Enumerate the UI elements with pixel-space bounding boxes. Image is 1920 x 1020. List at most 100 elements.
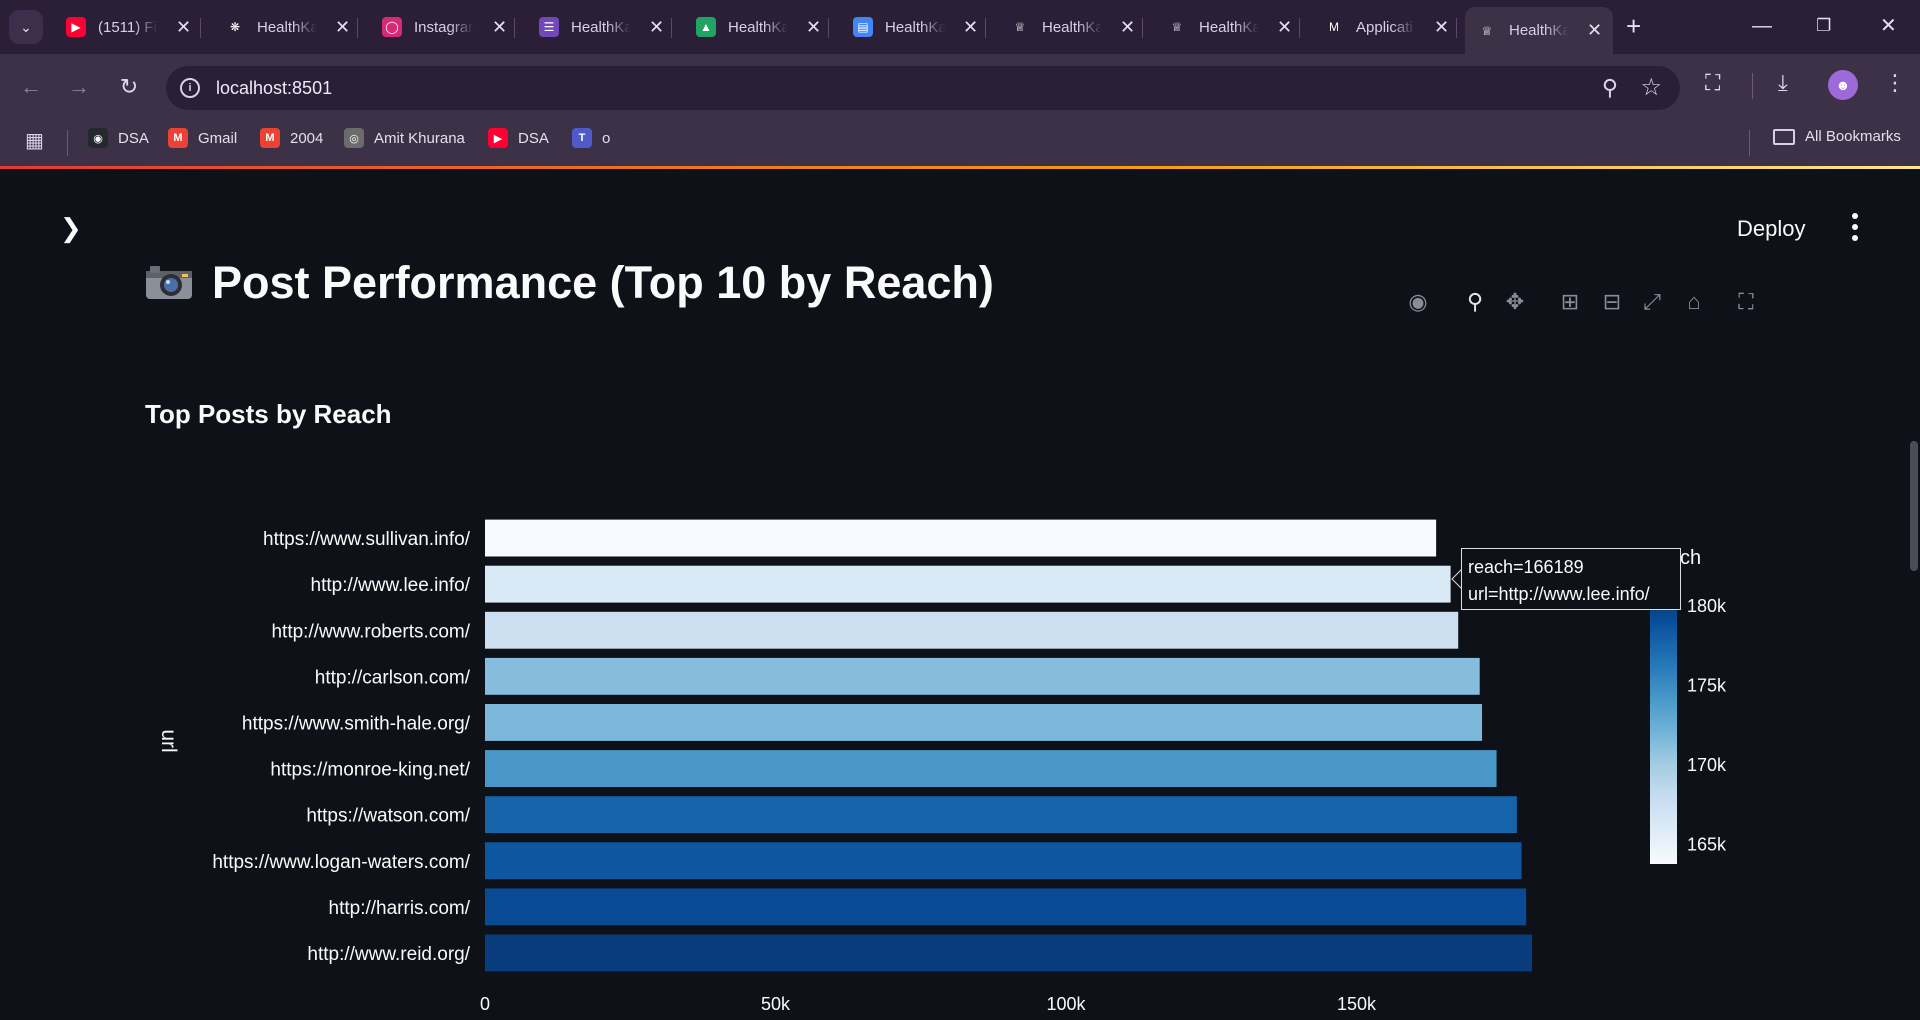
profile-avatar[interactable]: ☻ <box>1828 70 1858 100</box>
page-scrollbar[interactable] <box>1910 441 1918 571</box>
tab-title: (1511) Fi <box>98 18 157 36</box>
bar[interactable] <box>485 842 1522 880</box>
reload-button[interactable]: ↻ <box>114 72 144 102</box>
tab-search-button[interactable]: ⌄ <box>9 10 43 44</box>
tab-close-icon[interactable]: ✕ <box>492 17 507 38</box>
colorbar-tick-label: 170k <box>1687 755 1727 775</box>
bar[interactable] <box>485 888 1527 926</box>
instagram-icon: ◯ <box>382 17 402 37</box>
bar[interactable] <box>485 565 1451 603</box>
streamlit-crown-icon: ♕ <box>1010 17 1030 37</box>
y-tick-label: https://www.smith-hale.org/ <box>242 713 471 734</box>
browser-tab[interactable]: M Applicati ✕ <box>1312 7 1449 47</box>
bar[interactable] <box>485 796 1517 834</box>
bookmarks-bar: ▦ ◉ DSA M Gmail M 2004 ◎ Amit Khurana ▶ DSA To All… <box>0 120 1920 166</box>
browser-menu-icon[interactable]: ⋮ <box>1884 70 1906 96</box>
back-button[interactable]: ← <box>16 72 46 102</box>
browser-tab[interactable]: ◯ Instagram ✕ <box>370 7 507 47</box>
docs-icon: ▤ <box>853 17 873 37</box>
gmail-icon: M <box>260 128 280 148</box>
gmail-icon: M <box>168 128 188 148</box>
tab-close-icon[interactable]: ✕ <box>1587 20 1602 41</box>
extensions-icon[interactable]: ⛶ <box>1705 70 1720 96</box>
browser-tab[interactable]: ♕ HealthKa ✕ <box>1155 7 1292 47</box>
bookmark-item[interactable]: To <box>572 128 610 148</box>
tab-close-icon[interactable]: ✕ <box>649 17 664 38</box>
y-tick-label: https://watson.com/ <box>306 806 470 827</box>
x-tick-label: 150k <box>1337 994 1377 1014</box>
browser-tab[interactable]: ▲ HealthKa ✕ <box>684 7 821 47</box>
y-tick-label: https://www.logan-waters.com/ <box>212 852 470 873</box>
hover-tooltip: reach=166189 url=http://www.lee.info/ <box>1461 548 1681 610</box>
bar[interactable] <box>485 934 1532 972</box>
bookmark-item[interactable]: ◎ Amit Khurana <box>344 128 465 148</box>
browser-tab[interactable]: ♕ HealthKa ✕ <box>998 7 1135 47</box>
reload-icon: ↻ <box>119 74 139 99</box>
bar[interactable] <box>485 750 1497 787</box>
bookmarks-divider <box>67 130 68 156</box>
tab-separator <box>357 18 358 38</box>
browser-tab[interactable]: ☰ HealthKa ✕ <box>527 7 664 47</box>
restore-button[interactable]: ❐ <box>1816 12 1831 40</box>
drive-icon: ▲ <box>696 17 716 37</box>
bookmark-label: Amit Khurana <box>374 129 465 147</box>
browser-tab[interactable]: ♕ HealthKa ✕ <box>1465 7 1613 54</box>
bookmark-label: o <box>602 129 611 147</box>
close-window-button[interactable]: ✕ <box>1880 12 1897 40</box>
minimize-button[interactable]: — <box>1752 12 1772 40</box>
x-tick-label: 0 <box>480 994 490 1014</box>
streamlit-crown-icon: ♕ <box>1477 20 1497 41</box>
bookmark-item[interactable]: M Gmail <box>168 128 237 148</box>
toolbar-divider <box>1752 73 1753 99</box>
github-icon: ◉ <box>88 128 108 148</box>
tab-close-icon[interactable]: ✕ <box>335 17 350 38</box>
globe-icon: ◎ <box>344 128 364 148</box>
tab-close-icon[interactable]: ✕ <box>1277 17 1292 38</box>
tab-separator <box>514 18 515 38</box>
bookmark-item[interactable]: M 2004 <box>260 128 323 148</box>
tab-close-icon[interactable]: ✕ <box>176 17 191 38</box>
tab-close-icon[interactable]: ✕ <box>1120 17 1135 38</box>
browser-toolbar: ← → ↻ i localhost:8501 ⚲ ☆ ⛶ ⤓ ☻ ⋮ ▦ ◉ DS… <box>0 54 1920 172</box>
browser-tab[interactable]: ▤ HealthKa ✕ <box>841 7 978 47</box>
y-tick-label: https://www.sullivan.info/ <box>263 529 471 550</box>
tab-close-icon[interactable]: ✕ <box>963 17 978 38</box>
download-icon[interactable]: ⤓ <box>1778 70 1788 96</box>
colorbar-tick-label: 180k <box>1687 596 1727 616</box>
youtube-icon: ▶ <box>488 128 508 148</box>
apps-grid-icon[interactable]: ▦ <box>25 128 44 153</box>
bookmark-label: DSA <box>518 129 549 147</box>
zoom-icon[interactable]: ⚲ <box>1602 75 1618 101</box>
y-tick-label: http://www.lee.info/ <box>311 575 471 596</box>
streamlit-app: ❯ Deploy Post Performance (Top 10 by Rea… <box>0 169 1920 1020</box>
bookmark-item[interactable]: ◉ DSA <box>88 128 149 148</box>
browser-tab[interactable]: ▶ (1511) Fi ✕ <box>54 7 191 47</box>
bar[interactable] <box>485 519 1437 557</box>
y-axis-title: url <box>157 729 180 752</box>
tab-separator <box>200 18 201 38</box>
tab-title: HealthKa <box>1509 22 1569 39</box>
bookmark-star-icon[interactable]: ☆ <box>1640 73 1662 102</box>
tooltip-reach: reach=166189 <box>1468 557 1584 577</box>
tab-close-icon[interactable]: ✕ <box>1434 17 1449 38</box>
bookmark-label: 2004 <box>290 129 324 147</box>
site-info-icon[interactable]: i <box>180 78 200 98</box>
y-tick-label: http://harris.com/ <box>329 898 471 919</box>
x-tick-label: 100k <box>1046 994 1086 1014</box>
tab-title: HealthKa <box>571 18 631 36</box>
x-tick-label: 50k <box>761 994 791 1014</box>
forward-button[interactable]: → <box>64 72 94 102</box>
browser-tab[interactable]: ❋ HealthKa ✕ <box>213 7 350 47</box>
bar[interactable] <box>485 611 1459 649</box>
all-bookmarks-button[interactable]: All Bookmarks <box>1773 128 1901 145</box>
bar[interactable] <box>485 657 1480 695</box>
tab-close-icon[interactable]: ✕ <box>806 17 821 38</box>
url-text[interactable]: localhost:8501 <box>216 78 332 99</box>
new-tab-button[interactable]: + <box>1626 12 1641 40</box>
chatgpt-icon: ❋ <box>225 17 245 37</box>
address-bar[interactable]: i localhost:8501 ⚲ ☆ <box>166 66 1680 110</box>
bookmark-item[interactable]: ▶ DSA <box>488 128 549 148</box>
bar[interactable] <box>485 704 1483 741</box>
tooltip-url: url=http://www.lee.info/ <box>1468 584 1650 604</box>
y-tick-label: http://www.reid.org/ <box>307 944 470 965</box>
